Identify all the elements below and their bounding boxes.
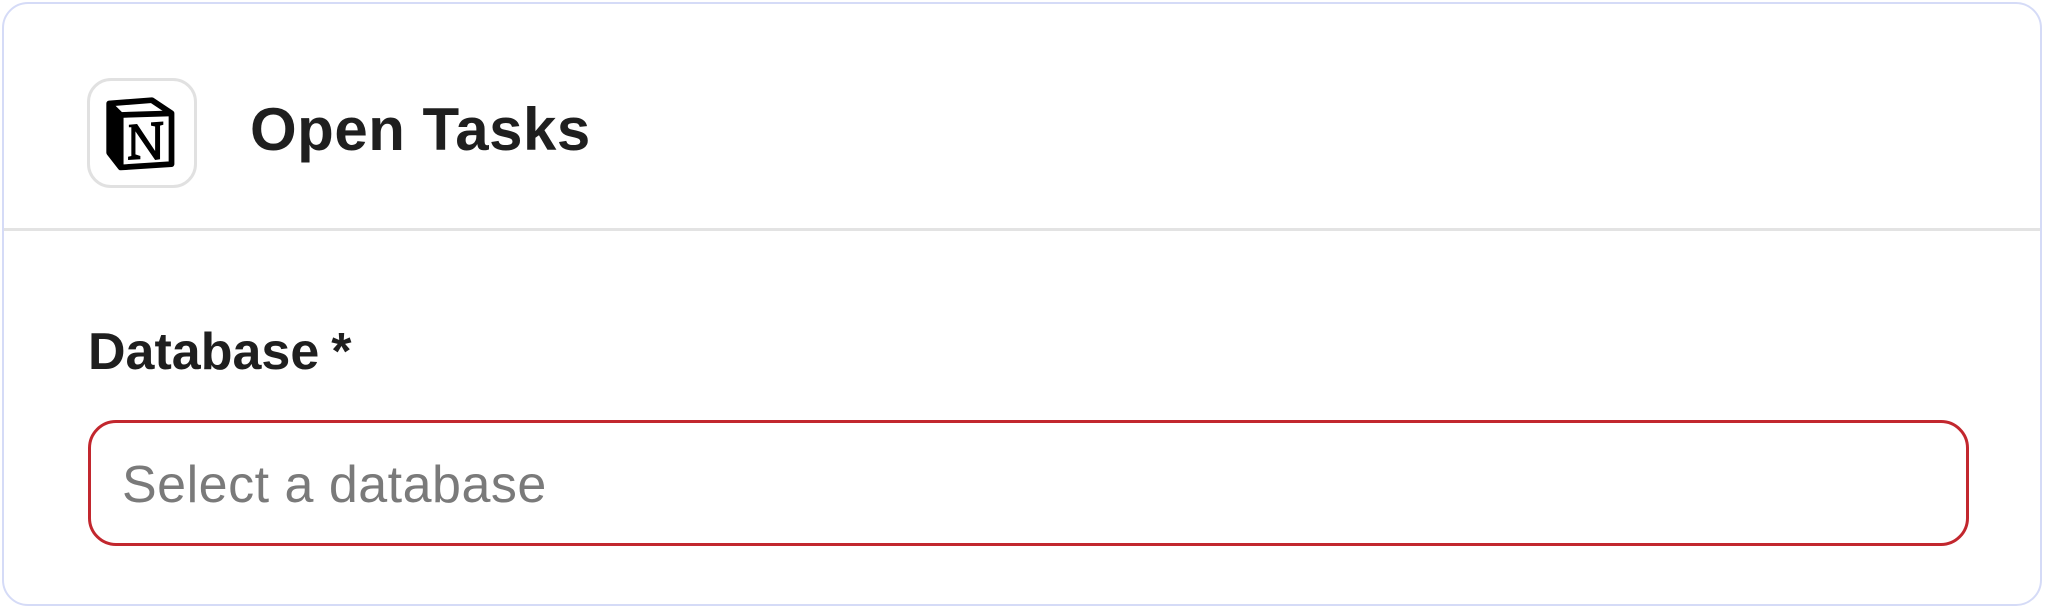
open-tasks-card: Open Tasks Database * Select a database (2, 2, 2042, 606)
card-header: Open Tasks (4, 4, 2040, 231)
database-label-text: Database (88, 323, 320, 381)
required-asterisk: * (331, 323, 352, 381)
page-title: Open Tasks (250, 96, 591, 163)
notion-logo-icon (87, 78, 197, 188)
database-field-label: Database * (88, 326, 351, 378)
database-select[interactable]: Select a database (88, 420, 1969, 546)
database-select-placeholder: Select a database (122, 456, 547, 514)
